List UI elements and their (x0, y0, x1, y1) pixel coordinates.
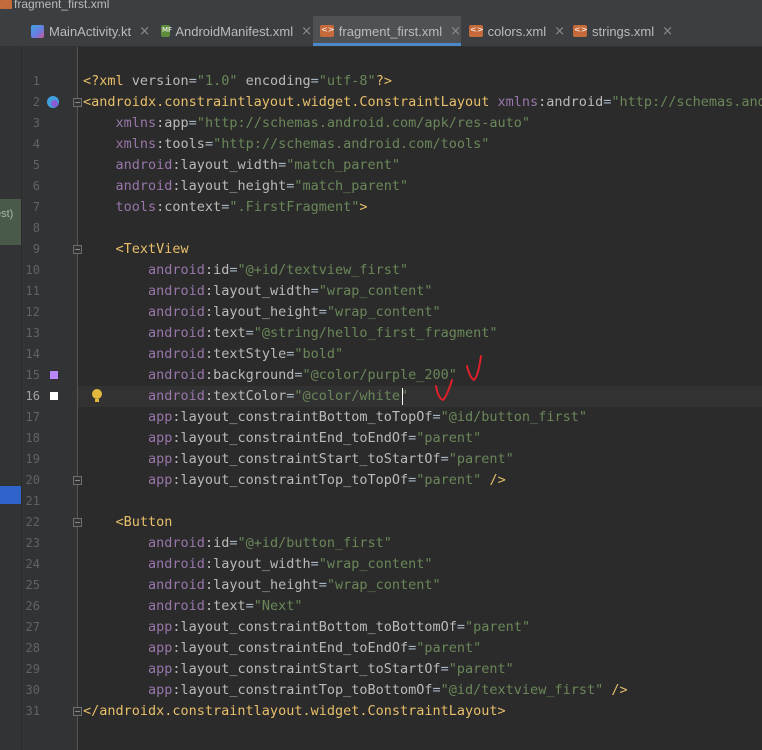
checkmark-annotation-2 (435, 379, 453, 402)
checkmark-annotation-1 (466, 355, 482, 382)
handwritten-annotations (435, 355, 482, 402)
